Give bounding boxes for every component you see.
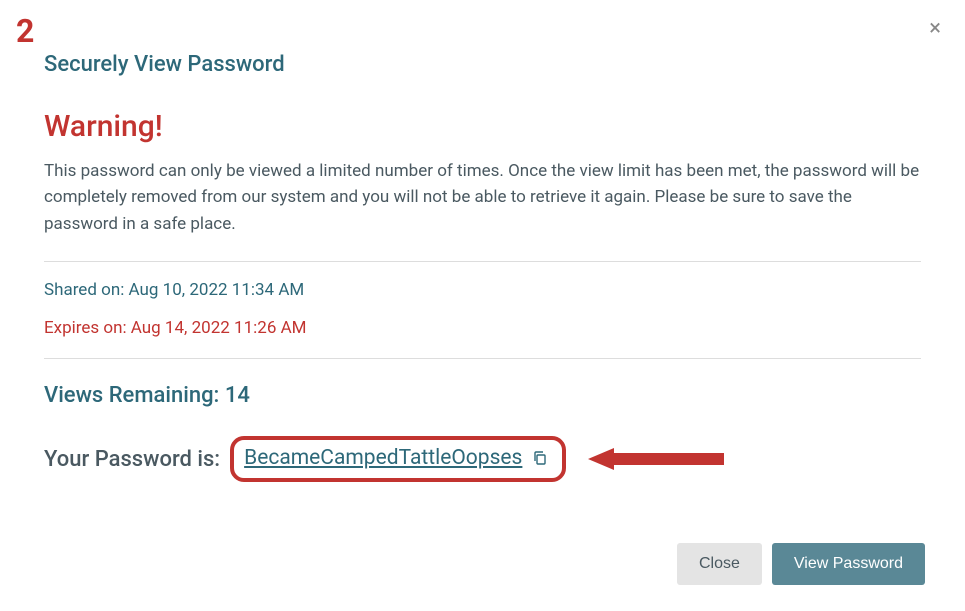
arrow-annotation [588, 448, 724, 470]
close-button[interactable]: Close [677, 543, 762, 585]
expires-on-text: Expires on: Aug 14, 2022 11:26 AM [44, 318, 921, 338]
warning-text: This password can only be viewed a limit… [44, 158, 921, 237]
view-password-button[interactable]: View Password [772, 543, 925, 585]
arrow-line [614, 453, 724, 465]
meta-block: Shared on: Aug 10, 2022 11:34 AM Expires… [44, 262, 921, 358]
modal-footer: Close View Password [677, 543, 925, 585]
modal-body: Securely View Password Warning! This pas… [0, 0, 965, 552]
divider [44, 358, 921, 359]
step-number-annotation: 2 [16, 12, 34, 50]
password-label: Your Password is: [44, 447, 220, 472]
views-remaining: Views Remaining: 14 [44, 383, 921, 408]
close-icon[interactable]: × [929, 18, 941, 40]
password-highlight-box: BecameCampedTattleOopses [230, 436, 566, 482]
warning-heading: Warning! [44, 109, 921, 144]
shared-on-text: Shared on: Aug 10, 2022 11:34 AM [44, 280, 921, 300]
arrow-left-icon [588, 448, 614, 470]
copy-icon[interactable] [532, 450, 548, 466]
password-value[interactable]: BecameCampedTattleOopses [244, 446, 522, 470]
password-row: Your Password is: BecameCampedTattleOops… [44, 436, 921, 482]
modal-title: Securely View Password [44, 52, 921, 77]
